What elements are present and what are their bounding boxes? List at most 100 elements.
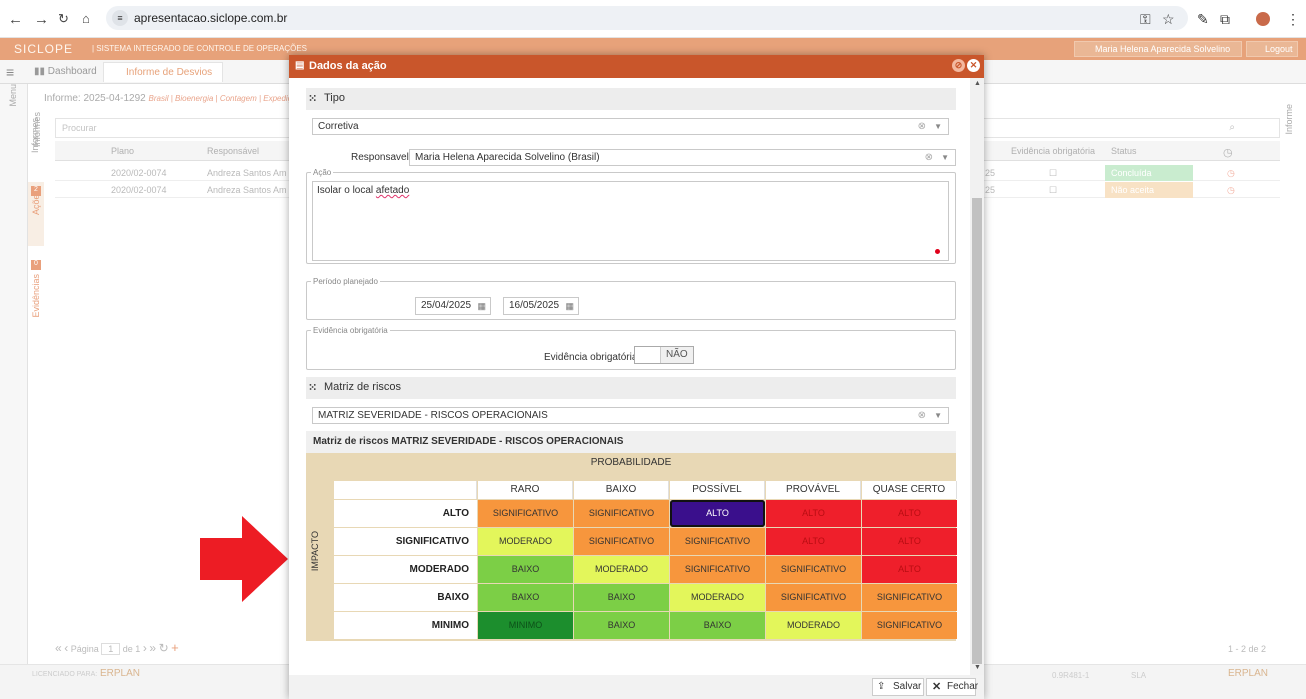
- col-plano[interactable]: Plano: [111, 146, 134, 156]
- evidencias-tab[interactable]: 0 Evidências: [28, 256, 44, 330]
- toggle-knob[interactable]: [635, 347, 661, 363]
- scroll-up-icon[interactable]: ▲: [974, 80, 981, 87]
- site-info-icon[interactable]: ≡: [112, 10, 128, 26]
- scroll-thumb[interactable]: [972, 198, 982, 664]
- matrix-corner: [334, 481, 477, 499]
- back-icon[interactable]: ←: [8, 11, 23, 28]
- matrix-cell[interactable]: SIGNIFICATIVO: [862, 612, 957, 639]
- next-page-icon[interactable]: ›: [143, 641, 147, 655]
- matrix-cell[interactable]: SIGNIFICATIVO: [574, 528, 669, 555]
- matrix-row-label: MINIMO: [334, 612, 477, 639]
- hamburger-icon[interactable]: ≡: [6, 64, 14, 80]
- scroll-down-icon[interactable]: ▼: [974, 664, 981, 671]
- address-bar[interactable]: ≡ apresentacao.siclope.com.br: [106, 6, 1188, 30]
- tab-dashboard[interactable]: ▮▮ Dashboard: [34, 66, 97, 77]
- informes-tab[interactable]: Informes: [32, 112, 42, 147]
- cancel-circle-icon[interactable]: ⊘: [952, 59, 965, 72]
- erplan-logo: ERPLAN: [1228, 668, 1269, 679]
- matrix-cell[interactable]: SIGNIFICATIVO: [766, 584, 861, 611]
- matrix-cell[interactable]: BAIXO: [478, 584, 573, 611]
- calendar-icon[interactable]: ▦: [477, 301, 486, 312]
- sla-label[interactable]: SLA: [1131, 671, 1146, 680]
- password-key-icon[interactable]: ⚿: [1140, 11, 1151, 28]
- matriz-select[interactable]: MATRIZ SEVERIDADE - RISCOS OPERACIONAIS …: [312, 407, 949, 424]
- extensions-icon[interactable]: ⧉: [1220, 11, 1230, 28]
- matrix-cell[interactable]: SIGNIFICATIVO: [670, 528, 765, 555]
- acoes-tab[interactable]: Ações 2: [28, 182, 44, 246]
- impacto-axis: IMPACTO: [310, 531, 330, 601]
- bookmark-star-icon[interactable]: ☆: [1162, 11, 1175, 28]
- erplan-logo: ERPLAN: [100, 668, 141, 679]
- responsavel-select[interactable]: Maria Helena Aparecida Solvelino (Brasil…: [409, 149, 956, 166]
- user-menu[interactable]: Maria Helena Aparecida Solvelino: [1074, 41, 1242, 57]
- col-status[interactable]: Status: [1111, 146, 1137, 156]
- matrix-cell[interactable]: SIGNIFICATIVO: [574, 500, 669, 527]
- matrix-col-header: PROVÁVEL: [766, 481, 861, 499]
- col-responsavel[interactable]: Responsável: [207, 146, 259, 156]
- matrix-cell[interactable]: SIGNIFICATIVO: [766, 556, 861, 583]
- save-button[interactable]: ⇪ Salvar: [872, 678, 924, 696]
- matrix-cell[interactable]: ALTO: [862, 556, 957, 583]
- matrix-cell[interactable]: BAIXO: [670, 612, 765, 639]
- pager: « ‹ Página 1 de 1 › » ↻ +: [55, 640, 295, 658]
- matrix-cell[interactable]: MODERADO: [766, 612, 861, 639]
- refresh-icon[interactable]: ↻: [159, 641, 169, 655]
- matrix-cell[interactable]: ALTO: [766, 500, 861, 527]
- add-icon[interactable]: +: [171, 640, 179, 655]
- tipo-select[interactable]: Corretiva ⊗ ▼: [312, 118, 949, 135]
- informe-right-tab[interactable]: Informe: [1284, 104, 1294, 135]
- pen-extension-icon[interactable]: ✎: [1197, 11, 1209, 28]
- col-evidencia[interactable]: Evidência obrigatória: [1011, 146, 1095, 156]
- matrix-cell[interactable]: MODERADO: [574, 556, 669, 583]
- first-page-icon[interactable]: «: [55, 641, 62, 655]
- prev-page-icon[interactable]: ‹: [64, 641, 68, 655]
- clear-icon[interactable]: ⊗: [925, 152, 933, 163]
- chevron-down-icon[interactable]: ▼: [934, 411, 942, 420]
- grid-icon: ⁙: [308, 382, 318, 394]
- menu-vertical-label[interactable]: Menu: [8, 84, 18, 107]
- matrix-cell[interactable]: ALTO: [862, 500, 957, 527]
- matrix-cell[interactable]: ALTO: [862, 528, 957, 555]
- search-icon[interactable]: ⌕: [1229, 122, 1235, 133]
- matrix-cell[interactable]: SIGNIFICATIVO: [862, 584, 957, 611]
- logout-button[interactable]: Logout: [1246, 41, 1298, 57]
- clock-icon: ◷: [1227, 185, 1235, 195]
- responsavel-label: Responsavel:*: [351, 152, 416, 163]
- user-name: Maria Helena Aparecida Solvelino: [1095, 44, 1231, 54]
- forward-icon[interactable]: →: [34, 11, 49, 28]
- evidencia-toggle[interactable]: NÃO: [634, 346, 694, 364]
- chevron-down-icon[interactable]: ▼: [941, 153, 949, 162]
- matrix-cell-selected[interactable]: ALTO: [670, 500, 765, 527]
- home-icon[interactable]: ⌂: [82, 11, 90, 26]
- matrix-cell[interactable]: MINIMO: [478, 612, 573, 639]
- chevron-down-icon[interactable]: ▼: [934, 122, 942, 131]
- matrix-cell[interactable]: ALTO: [766, 528, 861, 555]
- close-button[interactable]: ✕ Fechar: [926, 678, 978, 696]
- row-checkbox[interactable]: ☐: [1049, 168, 1057, 179]
- row-checkbox[interactable]: ☐: [1049, 185, 1057, 196]
- matrix-cell[interactable]: BAIXO: [574, 612, 669, 639]
- clear-icon[interactable]: ⊗: [918, 121, 926, 132]
- clear-icon[interactable]: ⊗: [918, 410, 926, 421]
- matrix-cell[interactable]: SIGNIFICATIVO: [670, 556, 765, 583]
- browser-menu-icon[interactable]: ⋮: [1286, 11, 1300, 28]
- close-icon[interactable]: ✕: [967, 59, 980, 72]
- reload-icon[interactable]: ↻: [58, 11, 69, 27]
- pager-input[interactable]: 1: [101, 643, 121, 655]
- calendar-icon[interactable]: ▦: [565, 301, 574, 312]
- date-start-input[interactable]: 25/04/2025 ▦: [415, 297, 491, 315]
- matrix-cell[interactable]: SIGNIFICATIVO: [478, 500, 573, 527]
- toggle-state: NÃO: [666, 349, 688, 360]
- acao-textarea[interactable]: Isolar o local afetado: [312, 181, 949, 261]
- matrix-col-header: POSSÍVEL: [670, 481, 765, 499]
- matrix-cell[interactable]: MODERADO: [670, 584, 765, 611]
- matrix-cell[interactable]: MODERADO: [478, 528, 573, 555]
- date-end-input[interactable]: 16/05/2025 ▦: [503, 297, 579, 315]
- last-page-icon[interactable]: »: [149, 641, 156, 655]
- matriz-heading-text: Matriz de riscos MATRIZ SEVERIDADE - RIS…: [313, 436, 624, 447]
- tab-informe-desvios[interactable]: Informe de Desvios: [103, 62, 223, 82]
- dialog-scrollbar[interactable]: ▲ ▼: [970, 78, 984, 675]
- matrix-cell[interactable]: BAIXO: [478, 556, 573, 583]
- profile-avatar[interactable]: [1256, 12, 1270, 26]
- matrix-cell[interactable]: BAIXO: [574, 584, 669, 611]
